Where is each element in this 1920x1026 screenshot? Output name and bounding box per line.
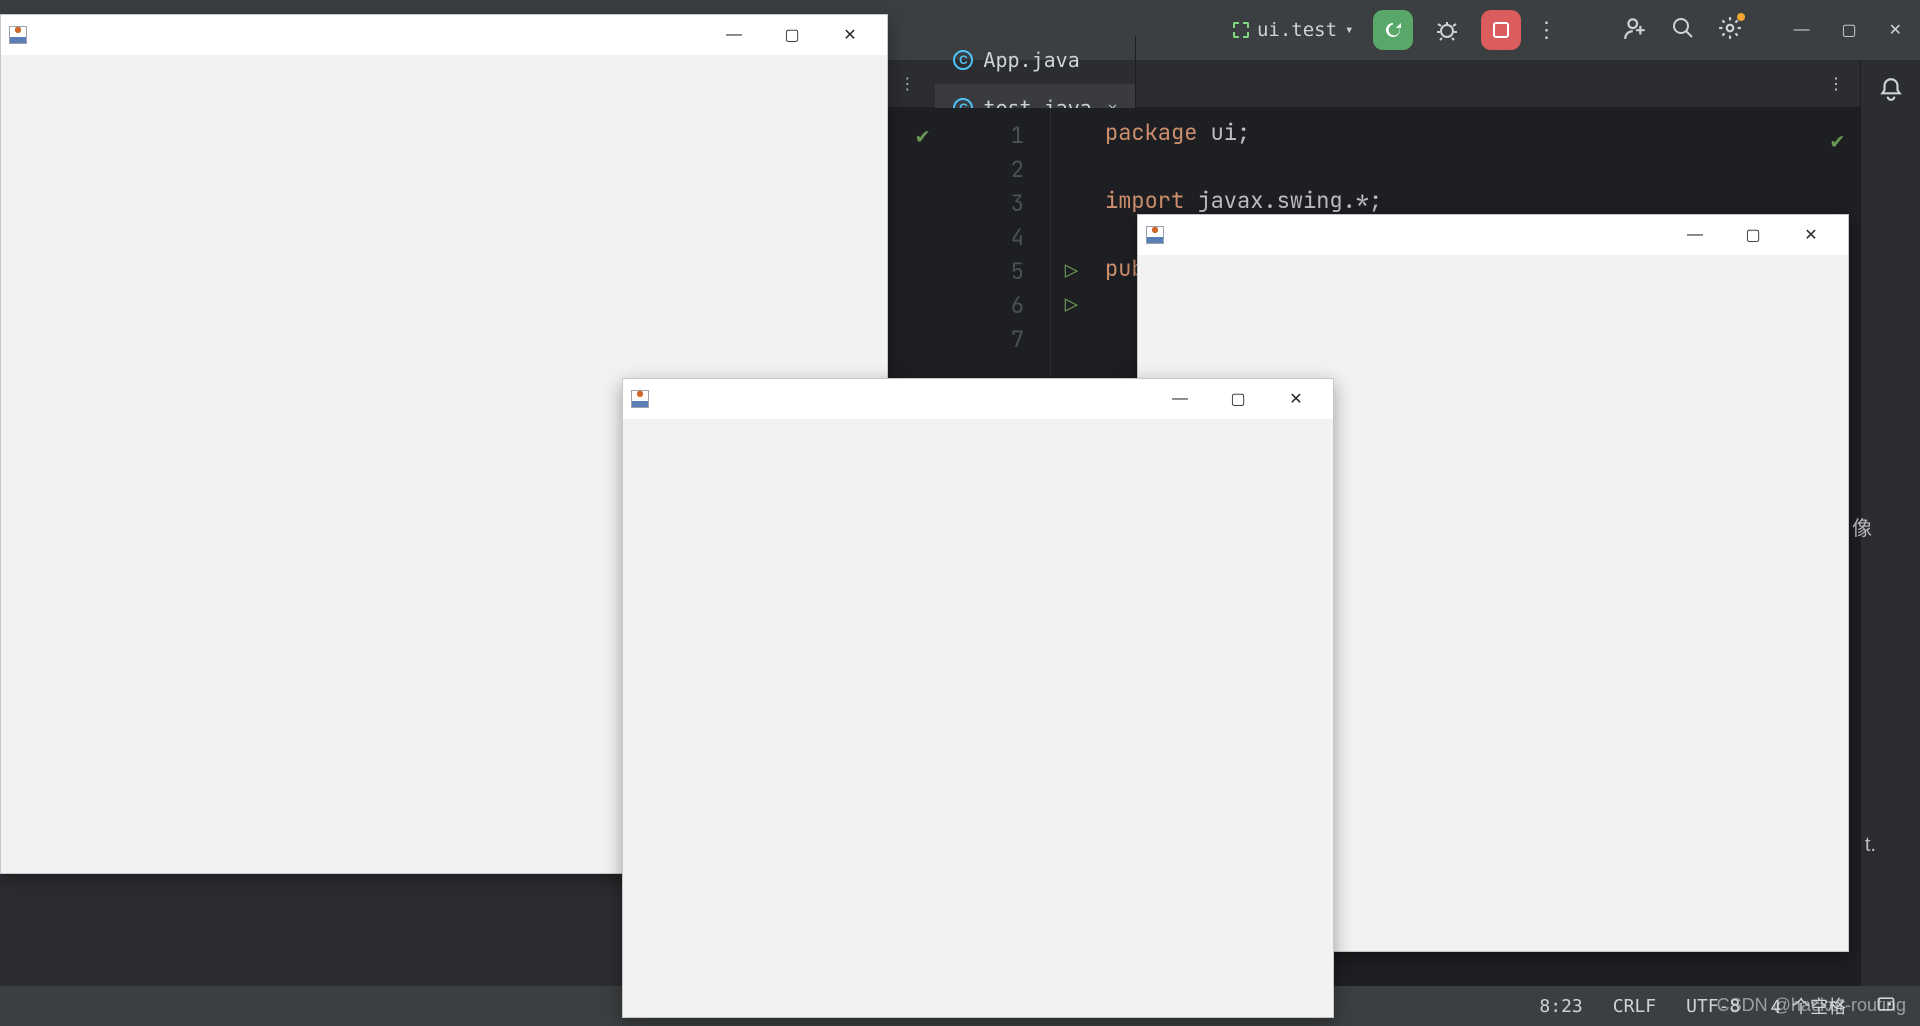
swing-window-controls: —▢✕ — [705, 15, 879, 55]
swing-close-button[interactable]: ✕ — [1782, 215, 1840, 255]
ide-close-button[interactable]: ✕ — [1889, 20, 1902, 40]
gutter-line: 4 — [880, 220, 1050, 254]
tab-label: App.java — [983, 48, 1079, 72]
swing-close-button[interactable]: ✕ — [1267, 379, 1325, 419]
swing-titlebar[interactable]: —▢✕ — [623, 379, 1333, 419]
code-with-me-icon[interactable] — [1623, 15, 1649, 46]
settings-badge — [1737, 13, 1745, 21]
run-config-selector[interactable]: ui.test ▾ — [1233, 19, 1354, 41]
chevron-down-icon: ▾ — [1345, 22, 1353, 38]
notifications-icon[interactable] — [1878, 76, 1904, 107]
settings-icon[interactable] — [1717, 15, 1743, 46]
java-cup-icon — [9, 26, 27, 44]
ide-minimize-button[interactable]: — — [1793, 21, 1809, 39]
swing-titlebar[interactable]: —▢✕ — [1138, 215, 1848, 255]
swing-minimize-button[interactable]: — — [705, 15, 763, 55]
run-config-icon — [1233, 22, 1249, 38]
swing-titlebar[interactable]: —▢✕ — [1, 15, 887, 55]
swing-maximize-button[interactable]: ▢ — [1724, 215, 1782, 255]
debug-button[interactable] — [1427, 10, 1467, 50]
gutter-line: 6▷ — [880, 288, 1050, 322]
analysis-ok-icon: ✔ — [1831, 126, 1844, 155]
swing-maximize-button[interactable]: ▢ — [763, 15, 821, 55]
swing-window-2[interactable]: —▢✕ — [622, 378, 1334, 1018]
gutter-line: 7 — [880, 322, 1050, 356]
bug-icon — [1435, 18, 1459, 42]
caret-position[interactable]: 8:23 — [1539, 996, 1582, 1017]
truncated-text-1: 像 — [1852, 512, 1872, 541]
java-cup-icon — [631, 390, 649, 408]
gutter-line: 5▷ — [880, 254, 1050, 288]
java-cup-icon — [1146, 226, 1164, 244]
code-line[interactable] — [1105, 152, 1860, 186]
swing-window-controls: —▢✕ — [1151, 379, 1325, 419]
swing-minimize-button[interactable]: — — [1666, 215, 1724, 255]
java-class-icon: C — [953, 50, 973, 70]
more-toolbar-icon[interactable]: ⋮ — [1535, 17, 1557, 43]
stop-icon — [1493, 22, 1509, 38]
ide-maximize-button[interactable]: ▢ — [1841, 20, 1856, 40]
run-button[interactable] — [1373, 10, 1413, 50]
ide-window-controls: — ▢ ✕ — [1793, 20, 1902, 40]
gutter-line: 3 — [880, 186, 1050, 220]
swing-client-area[interactable] — [623, 419, 1333, 1017]
swing-window-controls: —▢✕ — [1666, 215, 1840, 255]
vcs-ok-icon: ✔ — [916, 121, 929, 150]
toolbar-right-group — [1623, 15, 1743, 46]
watermark: CSDN @hacker-routing — [1717, 995, 1906, 1016]
code-line[interactable]: package ui; — [1105, 118, 1860, 152]
truncated-text-2: t. — [1865, 834, 1876, 857]
swing-close-button[interactable]: ✕ — [821, 15, 879, 55]
stop-button[interactable] — [1481, 10, 1521, 50]
editor-tab-App-java[interactable]: C App.java — [935, 36, 1136, 84]
run-config-label: ui.test — [1257, 19, 1337, 41]
editor-more-icon[interactable]: ⋮ — [1828, 74, 1844, 94]
gutter-line: 2 — [880, 152, 1050, 186]
gutter-line: ✔1 — [880, 118, 1050, 152]
swing-minimize-button[interactable]: — — [1151, 379, 1209, 419]
tab-menu-icon[interactable]: ⋮ — [899, 74, 915, 94]
search-icon[interactable] — [1671, 16, 1695, 45]
swing-maximize-button[interactable]: ▢ — [1209, 379, 1267, 419]
line-separator[interactable]: CRLF — [1613, 996, 1656, 1017]
rerun-icon — [1383, 20, 1403, 40]
